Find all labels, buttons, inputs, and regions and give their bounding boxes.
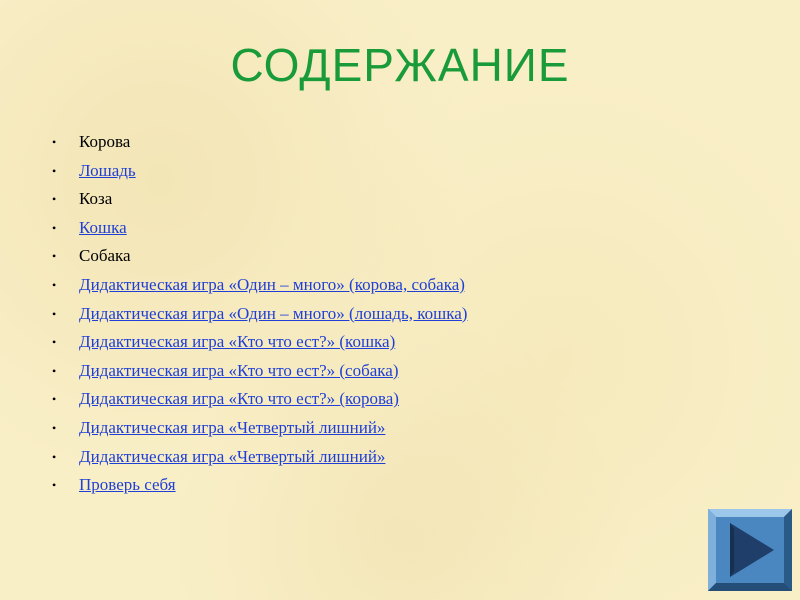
bullet-icon: • xyxy=(52,306,57,321)
toc-item-goat: • Коза xyxy=(50,185,467,214)
toc-item-cow: • Корова xyxy=(50,128,467,157)
toc-item-game-who-eats-3: • Дидактическая игра «Кто что ест?» (кор… xyxy=(50,385,467,414)
toc-link-horse[interactable]: Лошадь xyxy=(79,161,136,180)
bullet-icon: • xyxy=(52,478,57,493)
toc-label: Корова xyxy=(79,132,131,151)
toc-link-game-odd-one-2[interactable]: Дидактическая игра «Четвертый лишний» xyxy=(79,447,385,466)
bullet-icon: • xyxy=(52,420,57,435)
toc-label: Коза xyxy=(79,189,113,209)
bullet-icon: • xyxy=(52,249,57,264)
toc-link-cat[interactable]: Кошка xyxy=(79,218,127,237)
toc-link-game-who-eats-dog[interactable]: Дидактическая игра «Кто что ест?» (собак… xyxy=(79,361,399,380)
toc-item-cat: • Кошка xyxy=(50,214,467,243)
toc-link-game-who-eats-cat[interactable]: Дидактическая игра «Кто что ест?» (кошка… xyxy=(79,332,395,351)
toc-link-game-who-eats-cow[interactable]: Дидактическая игра «Кто что ест?» (коров… xyxy=(79,389,399,408)
toc-item-horse: • Лошадь xyxy=(50,157,467,186)
table-of-contents: • Корова • Лошадь • Коза • Кошка • Собак… xyxy=(50,128,467,500)
bullet-icon: • xyxy=(52,363,57,378)
toc-item-game-odd-one-2: • Дидактическая игра «Четвертый лишний» xyxy=(50,443,467,472)
toc-link-game-one-many-horse-cat[interactable]: Дидактическая игра «Один – много» (лошад… xyxy=(79,304,467,323)
bullet-icon: • xyxy=(52,392,57,407)
bullet-icon: • xyxy=(52,335,57,350)
toc-item-game-who-eats-1: • Дидактическая игра «Кто что ест?» (кош… xyxy=(50,328,467,357)
toc-link-game-one-many-cow-dog[interactable]: Дидактическая игра «Один – много» (коров… xyxy=(79,275,465,294)
toc-item-self-check: • Проверь себя xyxy=(50,471,467,500)
bullet-icon: • xyxy=(52,163,57,178)
bullet-icon: • xyxy=(52,135,57,149)
bullet-icon: • xyxy=(52,449,57,464)
toc-link-game-odd-one-1[interactable]: Дидактическая игра «Четвертый лишний» xyxy=(79,418,385,437)
bullet-icon: • xyxy=(52,220,57,235)
slide-title: СОДЕРЖАНИЕ xyxy=(230,39,570,91)
bullet-icon: • xyxy=(52,277,57,292)
toc-label: Собака xyxy=(79,246,131,266)
toc-item-game-one-many-1: • Дидактическая игра «Один – много» (кор… xyxy=(50,271,467,300)
toc-item-game-one-many-2: • Дидактическая игра «Один – много» (лош… xyxy=(50,300,467,329)
toc-link-self-check[interactable]: Проверь себя xyxy=(79,475,176,494)
toc-item-game-who-eats-2: • Дидактическая игра «Кто что ест?» (соб… xyxy=(50,357,467,386)
play-arrow-icon xyxy=(708,509,792,591)
toc-item-game-odd-one-1: • Дидактическая игра «Четвертый лишний» xyxy=(50,414,467,443)
next-slide-button[interactable] xyxy=(708,509,792,591)
toc-item-dog: • Собака xyxy=(50,242,467,271)
bullet-icon: • xyxy=(52,192,57,207)
